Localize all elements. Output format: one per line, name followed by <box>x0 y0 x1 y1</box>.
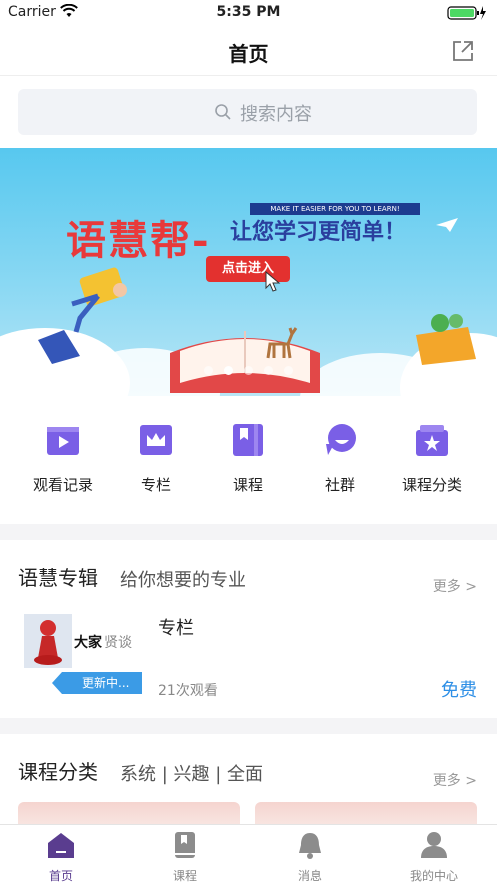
tab-messages[interactable]: 消息 <box>262 831 358 883</box>
more-link[interactable]: 更多 > <box>433 576 477 596</box>
cursor-icon <box>265 270 281 292</box>
tab-label: 课程 <box>172 869 197 883</box>
quick-link-label: 课程 <box>232 476 263 494</box>
bell-icon <box>299 833 321 859</box>
crown-icon <box>140 425 172 455</box>
category-card[interactable] <box>255 802 477 826</box>
quick-link-courses[interactable]: 课程 <box>200 422 296 502</box>
pagination-dot[interactable] <box>264 366 273 375</box>
promo-banner[interactable]: MAKE IT EASIER FOR YOU TO LEARN! 语慧帮- 让您… <box>0 148 497 396</box>
course-title[interactable]: 专栏 <box>158 614 194 640</box>
orange-book-illustration <box>416 314 476 365</box>
quick-link-community[interactable]: 社群 <box>292 422 388 502</box>
quick-link-watch-history[interactable]: 观看记录 <box>15 422 111 502</box>
deer-illustration <box>266 327 298 359</box>
categories-section: 课程分类 系统 | 兴趣 | 全面 更多 > <box>0 734 497 826</box>
course-book-icon <box>175 832 195 858</box>
tab-label: 我的中心 <box>409 869 458 883</box>
section-title: 课程分类 <box>18 760 98 784</box>
search-input[interactable]: 搜索内容 <box>18 89 477 135</box>
battery-icon <box>447 6 486 20</box>
search-area: 搜索内容 <box>0 76 497 148</box>
section-subtitle: 系统 | 兴趣 | 全面 <box>120 764 264 785</box>
course-price: 免费 <box>441 680 477 701</box>
course-views: 21次观看 <box>158 683 218 699</box>
tab-courses[interactable]: 课程 <box>137 831 233 883</box>
section-subtitle: 给你想要的专业 <box>120 570 246 591</box>
search-placeholder: 搜索内容 <box>240 104 312 125</box>
more-link[interactable]: 更多 > <box>433 770 477 790</box>
tab-my-center[interactable]: 我的中心 <box>386 831 482 883</box>
banner-pagination <box>204 366 294 376</box>
quick-link-column[interactable]: 专栏 <box>108 422 204 502</box>
pagination-dot[interactable] <box>204 366 213 375</box>
category-card[interactable] <box>18 802 240 826</box>
course-thumbnail[interactable]: 大家 贤谈 <box>18 610 140 668</box>
thumbnail-caption-light: 贤谈 <box>104 635 132 651</box>
pagination-dot[interactable] <box>284 366 293 375</box>
star-folder-icon <box>416 425 448 456</box>
page-title: 首页 <box>228 42 269 66</box>
quick-link-label: 观看记录 <box>32 476 93 494</box>
pagination-dot[interactable] <box>244 366 253 375</box>
chat-bubble-icon <box>326 424 356 455</box>
pagination-dot[interactable] <box>224 366 233 375</box>
home-icon <box>48 833 74 858</box>
quick-link-label: 社群 <box>324 476 355 494</box>
banner-slogan: 让您学习更简单！ <box>230 220 407 245</box>
tab-label: 首页 <box>48 869 73 883</box>
banner-brand: 语慧帮- <box>66 217 211 264</box>
clock: 5:35 PM <box>216 4 281 20</box>
quick-link-label: 专栏 <box>140 476 171 494</box>
quick-link-label: 课程分类 <box>401 476 462 494</box>
quick-links: 观看记录 专栏 课程 社群 课程分类 <box>0 396 497 524</box>
thumbnail-caption: 大家 <box>74 635 102 651</box>
blue-book-illustration <box>38 330 80 364</box>
featured-section: 语慧专辑 给你想要的专业 更多 > 大家 贤谈 更新中... 专栏 21次观看 … <box>0 540 497 718</box>
bookmark-book-icon <box>233 424 263 456</box>
status-bar: Carrier 5:35 PM <box>0 0 497 26</box>
open-book-illustration <box>170 331 320 393</box>
search-icon <box>215 104 231 120</box>
tab-bar: 首页 课程 消息 我的中心 <box>0 824 497 883</box>
nav-bar: 首页 <box>0 26 497 76</box>
tab-home[interactable]: 首页 <box>13 831 109 883</box>
tab-label: 消息 <box>297 869 322 883</box>
quick-link-course-categories[interactable]: 课程分类 <box>384 422 480 502</box>
pawn-image <box>24 614 72 668</box>
share-icon[interactable] <box>451 39 475 63</box>
user-icon <box>421 832 447 858</box>
section-title: 语慧专辑 <box>18 566 98 590</box>
category-thumbnails <box>18 802 477 826</box>
paper-plane-icon <box>436 218 458 232</box>
status-badge: 更新中... <box>52 672 142 694</box>
play-video-icon <box>47 427 79 455</box>
